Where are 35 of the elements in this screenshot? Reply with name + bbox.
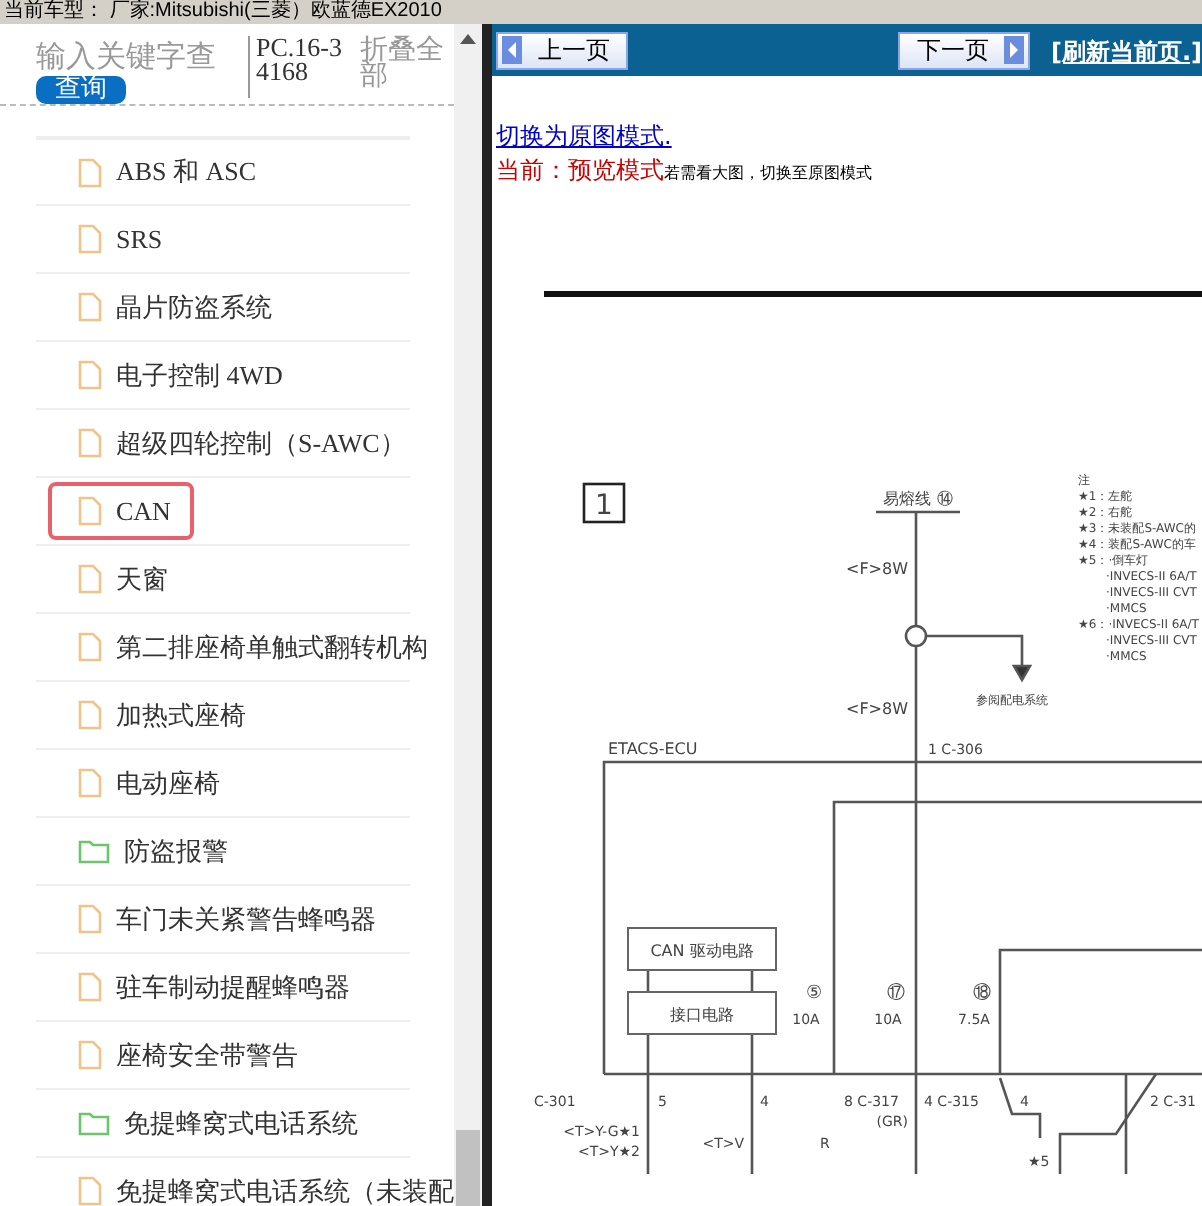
current-mode-label: 当前：预览模式 bbox=[496, 154, 664, 188]
search-button[interactable]: 查询 bbox=[36, 76, 126, 104]
tree-item[interactable]: 车门未关紧警告蜂鸣器 bbox=[48, 890, 400, 948]
tree-item[interactable]: 免提蜂窝式电话系统 bbox=[48, 1094, 382, 1152]
tree-item[interactable]: 免提蜂窝式电话系统（未装配 bbox=[48, 1162, 454, 1206]
tree-item[interactable]: 电动座椅 bbox=[48, 754, 244, 812]
tree-item[interactable]: CAN bbox=[48, 482, 195, 540]
tree-item[interactable]: 加热式座椅 bbox=[48, 686, 270, 744]
fusible-link-label: 易熔线 ⑭ bbox=[883, 490, 953, 508]
refresh-page-link[interactable]: [刷新当前页.] bbox=[1050, 36, 1202, 70]
tree-item[interactable]: 座椅安全带警告 bbox=[48, 1026, 322, 1084]
tree-item[interactable]: 第二排座椅单触式翻转机构 bbox=[48, 618, 452, 676]
tree-item[interactable]: 晶片防盗系统 bbox=[48, 278, 296, 336]
tree-item[interactable]: 天窗 bbox=[48, 550, 192, 608]
fuse-number: ⑱ bbox=[973, 984, 991, 1004]
tree-item[interactable]: 驻车制动提醒蜂鸣器 bbox=[48, 958, 374, 1016]
wire-label: <F>8W bbox=[845, 560, 908, 578]
switch-mode-link[interactable]: 切换为原图模式. bbox=[496, 120, 672, 154]
mode-hint: 若需看大图，切换至原图模式 bbox=[664, 162, 872, 184]
wire-label: <F>8W bbox=[845, 700, 908, 718]
next-page-button[interactable]: 下一页 bbox=[898, 31, 1031, 69]
previous-page-button[interactable]: 上一页 bbox=[496, 31, 628, 69]
circuit-block-label: CAN 驱动电路 bbox=[650, 942, 754, 960]
document-code: PC.16-34168 bbox=[248, 36, 352, 98]
tree-item[interactable]: ABS 和 ASC bbox=[48, 143, 281, 201]
fuse-number: ⑰ bbox=[887, 984, 905, 1004]
tree-item[interactable]: 电子控制 4WD bbox=[48, 346, 307, 404]
frame-number: 1 bbox=[595, 490, 613, 522]
tree-item[interactable]: SRS bbox=[48, 210, 187, 268]
circuit-block-label: 接口电路 bbox=[670, 1006, 734, 1024]
ecu-label: ETACS-ECU bbox=[608, 740, 698, 758]
tree-item[interactable]: 超级四轮控制（S-AWC） bbox=[48, 414, 430, 472]
search-field[interactable]: 输入关键字查 bbox=[36, 36, 244, 76]
tree-item[interactable]: 防盗报警 bbox=[48, 822, 252, 880]
fuse-number: ⑤ bbox=[805, 984, 823, 1004]
